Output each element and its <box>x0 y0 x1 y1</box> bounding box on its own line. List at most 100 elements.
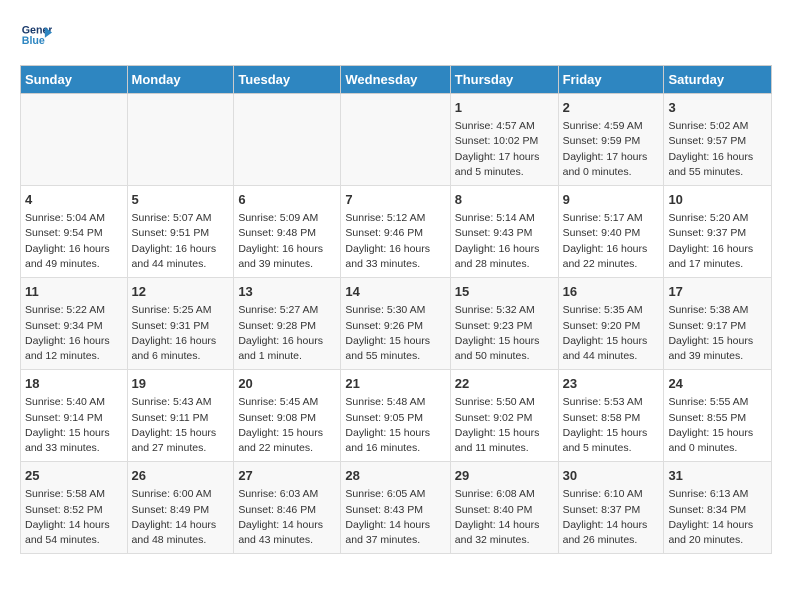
day-number: 10 <box>668 191 767 209</box>
calendar-cell <box>341 94 450 186</box>
calendar-cell: 13 Sunrise: 5:27 AMSunset: 9:28 PMDayligh… <box>234 278 341 370</box>
day-number: 13 <box>238 283 336 301</box>
day-info: Sunrise: 5:55 AMSunset: 8:55 PMDaylight:… <box>668 395 767 456</box>
day-number: 7 <box>345 191 445 209</box>
day-info: Sunrise: 5:40 AMSunset: 9:14 PMDaylight:… <box>25 395 123 456</box>
day-info: Sunrise: 5:32 AMSunset: 9:23 PMDaylight:… <box>455 303 554 364</box>
day-number: 29 <box>455 467 554 485</box>
calendar-cell: 31 Sunrise: 6:13 AMSunset: 8:34 PMDayligh… <box>664 462 772 554</box>
calendar-cell: 17 Sunrise: 5:38 AMSunset: 9:17 PMDayligh… <box>664 278 772 370</box>
calendar-cell: 26 Sunrise: 6:00 AMSunset: 8:49 PMDayligh… <box>127 462 234 554</box>
day-info: Sunrise: 6:10 AMSunset: 8:37 PMDaylight:… <box>563 487 660 548</box>
day-number: 1 <box>455 99 554 117</box>
weekday-header-tuesday: Tuesday <box>234 66 341 94</box>
calendar-cell: 14 Sunrise: 5:30 AMSunset: 9:26 PMDayligh… <box>341 278 450 370</box>
day-info: Sunrise: 5:07 AMSunset: 9:51 PMDaylight:… <box>132 211 230 272</box>
calendar-cell: 8Sunrise: 5:14 AMSunset: 9:43 PMDaylight… <box>450 186 558 278</box>
day-info: Sunrise: 6:08 AMSunset: 8:40 PMDaylight:… <box>455 487 554 548</box>
day-number: 14 <box>345 283 445 301</box>
weekday-header-row: SundayMondayTuesdayWednesdayThursdayFrid… <box>21 66 772 94</box>
calendar-cell: 1Sunrise: 4:57 AMSunset: 10:02 PMDayligh… <box>450 94 558 186</box>
calendar-cell <box>234 94 341 186</box>
day-number: 23 <box>563 375 660 393</box>
day-number: 28 <box>345 467 445 485</box>
day-number: 15 <box>455 283 554 301</box>
calendar-cell: 28 Sunrise: 6:05 AMSunset: 8:43 PMDayligh… <box>341 462 450 554</box>
day-info: Sunrise: 5:27 AMSunset: 9:28 PMDaylight:… <box>238 303 336 364</box>
day-info: Sunrise: 5:12 AMSunset: 9:46 PMDaylight:… <box>345 211 445 272</box>
calendar-table: SundayMondayTuesdayWednesdayThursdayFrid… <box>20 65 772 554</box>
calendar-cell: 30Sunrise: 6:10 AMSunset: 8:37 PMDayligh… <box>558 462 664 554</box>
calendar-cell: 18 Sunrise: 5:40 AMSunset: 9:14 PMDayligh… <box>21 370 128 462</box>
calendar-cell: 15 Sunrise: 5:32 AMSunset: 9:23 PMDayligh… <box>450 278 558 370</box>
weekday-header-wednesday: Wednesday <box>341 66 450 94</box>
day-info: Sunrise: 5:20 AMSunset: 9:37 PMDaylight:… <box>668 211 767 272</box>
calendar-cell: 16 Sunrise: 5:35 AMSunset: 9:20 PMDayligh… <box>558 278 664 370</box>
calendar-week-row: 11 Sunrise: 5:22 AMSunset: 9:34 PMDayligh… <box>21 278 772 370</box>
calendar-cell: 12 Sunrise: 5:25 AMSunset: 9:31 PMDayligh… <box>127 278 234 370</box>
calendar-cell: 22Sunrise: 5:50 AMSunset: 9:02 PMDayligh… <box>450 370 558 462</box>
calendar-cell: 6Sunrise: 5:09 AMSunset: 9:48 PMDaylight… <box>234 186 341 278</box>
logo: General Blue <box>20 20 56 52</box>
calendar-cell: 27 Sunrise: 6:03 AMSunset: 8:46 PMDayligh… <box>234 462 341 554</box>
calendar-cell: 11 Sunrise: 5:22 AMSunset: 9:34 PMDayligh… <box>21 278 128 370</box>
calendar-cell <box>127 94 234 186</box>
day-number: 22 <box>455 375 554 393</box>
calendar-cell <box>21 94 128 186</box>
day-info: Sunrise: 5:30 AMSunset: 9:26 PMDaylight:… <box>345 303 445 364</box>
calendar-week-row: 4 Sunrise: 5:04 AMSunset: 9:54 PMDaylight… <box>21 186 772 278</box>
calendar-cell: 5Sunrise: 5:07 AMSunset: 9:51 PMDaylight… <box>127 186 234 278</box>
weekday-header-thursday: Thursday <box>450 66 558 94</box>
day-number: 2 <box>563 99 660 117</box>
day-info: Sunrise: 6:03 AMSunset: 8:46 PMDaylight:… <box>238 487 336 548</box>
calendar-cell: 23 Sunrise: 5:53 AMSunset: 8:58 PMDayligh… <box>558 370 664 462</box>
day-number: 19 <box>132 375 230 393</box>
day-number: 9 <box>563 191 660 209</box>
day-info: Sunrise: 5:04 AMSunset: 9:54 PMDaylight:… <box>25 211 123 272</box>
day-number: 11 <box>25 283 123 301</box>
day-info: Sunrise: 4:59 AMSunset: 9:59 PMDaylight:… <box>563 119 660 180</box>
day-info: Sunrise: 5:09 AMSunset: 9:48 PMDaylight:… <box>238 211 336 272</box>
day-number: 25 <box>25 467 123 485</box>
day-info: Sunrise: 5:38 AMSunset: 9:17 PMDaylight:… <box>668 303 767 364</box>
day-info: Sunrise: 5:25 AMSunset: 9:31 PMDaylight:… <box>132 303 230 364</box>
day-number: 26 <box>132 467 230 485</box>
weekday-header-friday: Friday <box>558 66 664 94</box>
logo-icon: General Blue <box>20 20 52 52</box>
day-number: 12 <box>132 283 230 301</box>
day-info: Sunrise: 6:00 AMSunset: 8:49 PMDaylight:… <box>132 487 230 548</box>
calendar-cell: 20 Sunrise: 5:45 AMSunset: 9:08 PMDayligh… <box>234 370 341 462</box>
calendar-cell: 7 Sunrise: 5:12 AMSunset: 9:46 PMDaylight… <box>341 186 450 278</box>
day-number: 24 <box>668 375 767 393</box>
calendar-cell: 29 Sunrise: 6:08 AMSunset: 8:40 PMDayligh… <box>450 462 558 554</box>
day-info: Sunrise: 5:22 AMSunset: 9:34 PMDaylight:… <box>25 303 123 364</box>
day-info: Sunrise: 6:13 AMSunset: 8:34 PMDaylight:… <box>668 487 767 548</box>
day-info: Sunrise: 6:05 AMSunset: 8:43 PMDaylight:… <box>345 487 445 548</box>
day-number: 3 <box>668 99 767 117</box>
weekday-header-sunday: Sunday <box>21 66 128 94</box>
day-info: Sunrise: 5:17 AMSunset: 9:40 PMDaylight:… <box>563 211 660 272</box>
day-info: Sunrise: 5:35 AMSunset: 9:20 PMDaylight:… <box>563 303 660 364</box>
day-number: 17 <box>668 283 767 301</box>
calendar-cell: 24 Sunrise: 5:55 AMSunset: 8:55 PMDayligh… <box>664 370 772 462</box>
calendar-week-row: 25Sunrise: 5:58 AMSunset: 8:52 PMDayligh… <box>21 462 772 554</box>
calendar-cell: 25Sunrise: 5:58 AMSunset: 8:52 PMDayligh… <box>21 462 128 554</box>
calendar-cell: 3 Sunrise: 5:02 AMSunset: 9:57 PMDaylight… <box>664 94 772 186</box>
day-info: Sunrise: 5:53 AMSunset: 8:58 PMDaylight:… <box>563 395 660 456</box>
weekday-header-monday: Monday <box>127 66 234 94</box>
day-info: Sunrise: 5:02 AMSunset: 9:57 PMDaylight:… <box>668 119 767 180</box>
day-info: Sunrise: 5:45 AMSunset: 9:08 PMDaylight:… <box>238 395 336 456</box>
day-number: 16 <box>563 283 660 301</box>
day-number: 20 <box>238 375 336 393</box>
day-number: 27 <box>238 467 336 485</box>
day-info: Sunrise: 5:14 AMSunset: 9:43 PMDaylight:… <box>455 211 554 272</box>
calendar-week-row: 18 Sunrise: 5:40 AMSunset: 9:14 PMDayligh… <box>21 370 772 462</box>
day-number: 31 <box>668 467 767 485</box>
calendar-week-row: 1Sunrise: 4:57 AMSunset: 10:02 PMDayligh… <box>21 94 772 186</box>
calendar-cell: 19Sunrise: 5:43 AMSunset: 9:11 PMDayligh… <box>127 370 234 462</box>
day-number: 18 <box>25 375 123 393</box>
calendar-cell: 9 Sunrise: 5:17 AMSunset: 9:40 PMDaylight… <box>558 186 664 278</box>
day-number: 4 <box>25 191 123 209</box>
calendar-cell: 10 Sunrise: 5:20 AMSunset: 9:37 PMDayligh… <box>664 186 772 278</box>
calendar-cell: 4 Sunrise: 5:04 AMSunset: 9:54 PMDaylight… <box>21 186 128 278</box>
